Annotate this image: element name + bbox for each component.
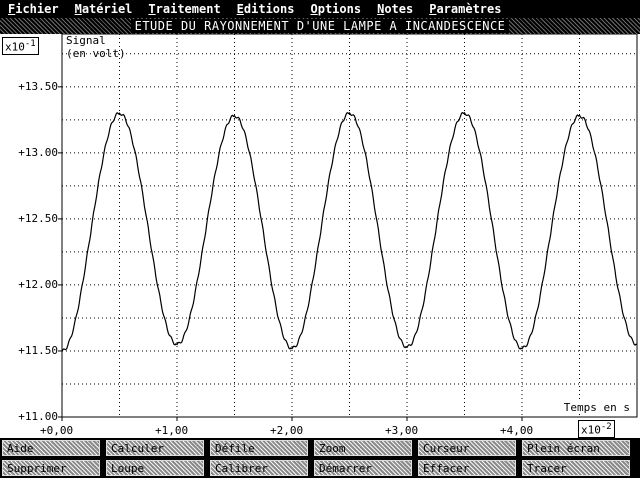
menu-materiel[interactable]: Matériel [75, 2, 133, 16]
x-tick-label: +3,00 [385, 424, 419, 437]
plot-area: x10-1 Signal (en volt) Temps en s x10-2 … [0, 34, 640, 438]
button-label: Calculer [111, 442, 164, 455]
menu-mnemonic: E [236, 2, 244, 16]
x-unit-box: x10-2 [578, 420, 615, 438]
menu-fichier[interactable]: Fichier [8, 2, 59, 16]
button-label: Tracer [527, 462, 567, 475]
button-zoom[interactable]: Zoom [314, 440, 412, 456]
x-tick-label: +4,00 [500, 424, 534, 437]
menu-bar: Fichier Matériel Traitement Editions Options… [0, 0, 640, 18]
menu-label: raitement [155, 2, 221, 16]
menu-traitement[interactable]: Traitement [148, 2, 220, 16]
menu-options[interactable]: Options [310, 2, 361, 16]
button-supprimer[interactable]: Supprimer [2, 460, 100, 476]
button-calculer[interactable]: Calculer [106, 440, 204, 456]
button-defile[interactable]: Défile [210, 440, 308, 456]
x-unit-base: x10 [581, 423, 601, 437]
y-tick-label: +12.00 [18, 277, 58, 291]
menu-parametres[interactable]: Paramètres [429, 2, 501, 16]
menu-label: otes [384, 2, 414, 16]
menu-mnemonic: O [310, 2, 318, 16]
signal-chart [58, 34, 638, 421]
button-curseur[interactable]: Curseur [418, 440, 516, 456]
window-title-bar: ETUDE DU RAYONNEMENT D'UNE LAMPE A INCAN… [0, 18, 640, 34]
button-aide[interactable]: Aide [2, 440, 100, 456]
button-label: Curseur [423, 442, 470, 455]
button-effacer[interactable]: Effacer [418, 460, 516, 476]
button-demarrer[interactable]: Démarrer [314, 460, 412, 476]
y-tick-label: +12.50 [18, 211, 58, 225]
button-plein-ecran[interactable]: Plein écran [522, 440, 630, 456]
button-tracer[interactable]: Tracer [522, 460, 630, 476]
y-tick-label: +11.50 [18, 343, 58, 357]
button-loupe[interactable]: Loupe [106, 460, 204, 476]
menu-label: ptions [317, 2, 362, 16]
button-label: Plein écran [527, 442, 600, 455]
signal-series-line [61, 111, 638, 352]
y-unit-exponent: -1 [24, 39, 36, 49]
x-tick-label: +0,00 [40, 424, 74, 437]
menu-notes[interactable]: Notes [377, 2, 413, 16]
button-label: Calibrer [215, 462, 268, 475]
y-axis-label: Signal (en volt) [66, 34, 126, 60]
y-tick-label: +13.50 [18, 79, 58, 93]
x-unit-exponent: -2 [600, 422, 612, 432]
menu-mnemonic: T [148, 2, 156, 16]
button-label: Supprimer [7, 462, 67, 475]
button-row-2: Supprimer Loupe Calibrer Démarrer Effacer Tra… [0, 458, 640, 478]
menu-label: aramètres [436, 2, 502, 16]
button-row-1: Aide Calculer Défile Zoom Curseur Plein écran [0, 438, 640, 458]
y-unit-base: x10 [5, 40, 25, 54]
window-title: ETUDE DU RAYONNEMENT D'UNE LAMPE A INCAN… [130, 19, 510, 33]
menu-label: ditions [243, 2, 295, 16]
menu-editions[interactable]: Editions [237, 2, 295, 16]
x-axis-label: Temps en s [563, 401, 630, 414]
button-calibrer[interactable]: Calibrer [210, 460, 308, 476]
x-tick-label: +1,00 [155, 424, 189, 437]
button-label: Loupe [111, 462, 145, 475]
x-tick-label: +2,00 [270, 424, 304, 437]
menu-label: ichier [15, 2, 59, 16]
button-label: Démarrer [319, 462, 372, 475]
button-label: Effacer [423, 462, 470, 475]
menu-mnemonic: M [74, 2, 82, 16]
menu-label: atériel [81, 2, 133, 16]
y-tick-label: +13.00 [18, 145, 58, 159]
button-label: Zoom [319, 442, 346, 455]
button-label: Aide [7, 442, 34, 455]
y-unit-box: x10-1 [2, 37, 39, 55]
button-label: Défile [215, 442, 255, 455]
y-tick-label: +11.00 [18, 410, 58, 423]
